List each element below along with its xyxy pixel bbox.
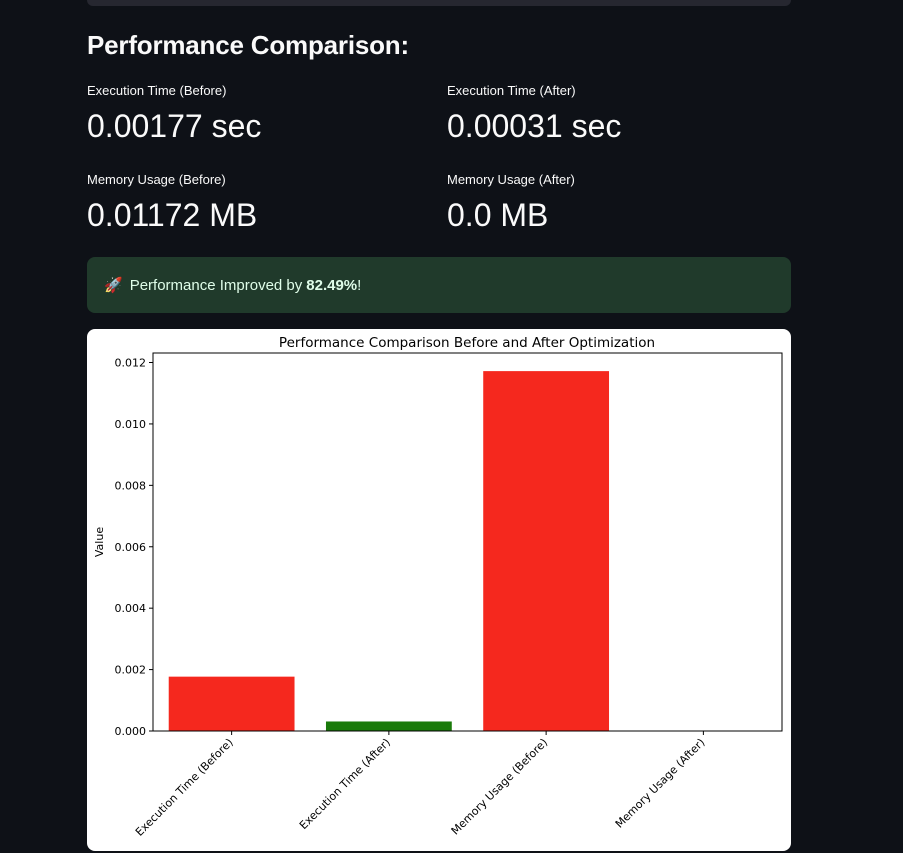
metric-value: 0.01172 MB — [87, 197, 258, 233]
bar — [325, 721, 452, 731]
metric-label: Execution Time (Before) — [87, 83, 227, 98]
alert-percent: 82.49% — [306, 276, 358, 294]
alert-prefix: Performance Improved by — [129, 276, 303, 294]
x-tick-label: Memory Usage (After) — [613, 736, 708, 831]
bar-chart: Performance Comparison Before and After … — [93, 335, 783, 839]
success-alert: 🚀 Performance Improved by 82.49% ! — [87, 257, 791, 313]
metric-execution-time-after: Execution Time (After) 0.00031 sec — [447, 82, 787, 146]
y-tick-label: 0.006 — [115, 541, 147, 554]
metric-value: 0.00177 sec — [87, 108, 262, 144]
alert-suffix: ! — [357, 276, 362, 294]
y-tick-label: 0.008 — [115, 479, 147, 492]
y-tick-label: 0.012 — [115, 357, 147, 370]
bar — [483, 371, 610, 731]
chart-card: Performance Comparison Before and After … — [87, 329, 791, 851]
y-tick-label: 0.010 — [115, 418, 147, 431]
metric-memory-usage-before: Memory Usage (Before) 0.01172 MB — [87, 171, 427, 235]
page-heading: Performance Comparison: — [87, 30, 409, 60]
y-tick-label: 0.002 — [115, 664, 147, 677]
y-tick-label: 0.000 — [115, 725, 147, 738]
x-tick-label: Execution Time (After) — [297, 736, 393, 832]
y-tick-label: 0.004 — [115, 602, 147, 615]
y-axis-ticks: 0.000 0.002 0.004 0.006 0.008 0.010 0.012 — [115, 357, 153, 738]
bars — [168, 371, 610, 731]
x-axis-ticks: Execution Time (Before) Execution Time (A… — [133, 731, 708, 839]
y-axis-label: Value — [93, 527, 106, 557]
chart-title: Performance Comparison Before and After … — [279, 335, 655, 351]
rocket-icon: 🚀 — [104, 277, 123, 294]
x-tick-label: Memory Usage (Before) — [449, 736, 551, 838]
bar — [168, 676, 295, 731]
metric-label: Memory Usage (After) — [447, 172, 575, 187]
metric-memory-usage-after: Memory Usage (After) 0.0 MB — [447, 171, 787, 235]
x-tick-label: Execution Time (Before) — [133, 736, 236, 839]
metric-value: 0.00031 sec — [447, 108, 622, 144]
metric-label: Memory Usage (Before) — [87, 172, 226, 187]
metric-execution-time-before: Execution Time (Before) 0.00177 sec — [87, 82, 427, 146]
metric-value: 0.0 MB — [447, 197, 549, 233]
plot-frame — [152, 352, 783, 732]
metric-label: Execution Time (After) — [447, 83, 576, 98]
previous-block-edge — [87, 0, 791, 6]
